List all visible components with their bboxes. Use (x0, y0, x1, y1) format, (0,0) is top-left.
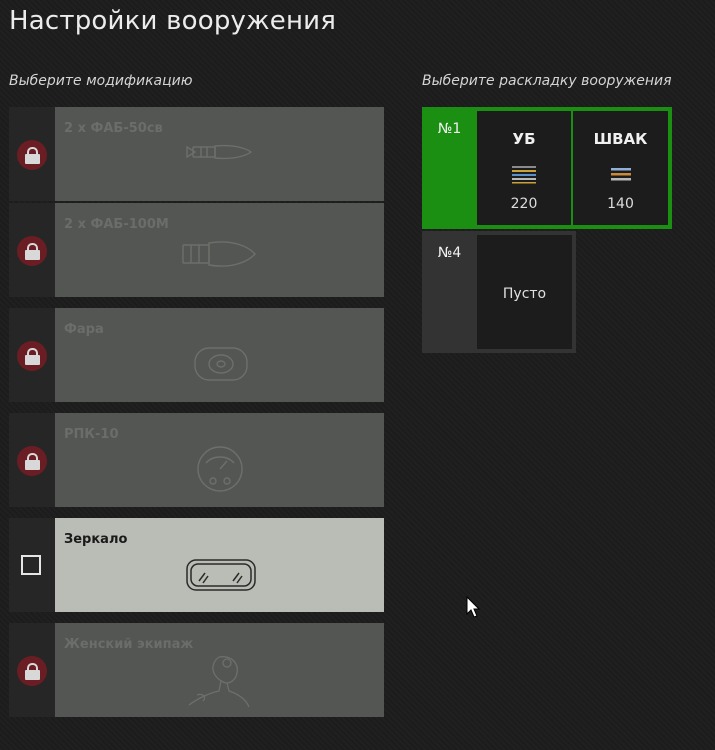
ammo-belt-icon (610, 168, 631, 181)
mirror-icon (186, 559, 256, 591)
weapon-ammo-count: 140 (607, 196, 634, 212)
modification-body: Зеркало (55, 518, 384, 612)
loadout-number: №1 (437, 121, 462, 137)
lock-icon (17, 446, 47, 476)
page-title: Настройки вооружения (9, 6, 337, 36)
empty-label: Пусто (502, 286, 547, 302)
modifications-heading: Выберите модификацию (9, 73, 193, 89)
female-crew-icon (188, 656, 250, 708)
lock-column (9, 203, 55, 297)
bomb-icon (186, 144, 253, 160)
radio-compass-icon (197, 446, 243, 492)
modification-name: Женский экипаж (64, 637, 194, 652)
modification-body: Женский экипаж (55, 623, 384, 717)
modification-card[interactable]: 2 х ФАБ-50св (9, 107, 384, 201)
headlight-icon (194, 347, 248, 381)
lock-column (9, 623, 55, 717)
modification-name: РПК-10 (64, 427, 119, 442)
lock-icon (17, 341, 47, 371)
loadout-slot-1[interactable]: №1 УБ 220 ШВАК 140 (422, 107, 672, 229)
modification-card[interactable]: Фара (9, 308, 384, 402)
weapon-ammo-count: 220 (510, 196, 538, 212)
ammo-belt-icon (512, 166, 536, 184)
modification-card[interactable]: РПК-10 (9, 413, 384, 507)
large-bomb-icon (182, 241, 256, 267)
lock-column (9, 413, 55, 507)
lock-icon (17, 656, 47, 686)
loadouts-heading: Выберите раскладку вооружения (422, 73, 672, 89)
modification-body: Фара (55, 308, 384, 402)
modification-body: 2 х ФАБ-100М (55, 203, 384, 297)
weapon-cell-empty: Пусто (477, 235, 572, 349)
modification-card[interactable]: Женский экипаж (9, 623, 384, 717)
lock-icon (17, 140, 47, 170)
weapon-cell-ub: УБ 220 (477, 111, 571, 225)
weapon-name: ШВАК (593, 130, 648, 148)
modification-card-selected[interactable]: Зеркало (9, 518, 384, 612)
loadout-number: №4 (437, 245, 462, 261)
modification-name: 2 х ФАБ-50св (64, 121, 163, 136)
modification-name: Зеркало (64, 532, 128, 547)
mouse-cursor-icon (466, 596, 481, 618)
checkbox-column (9, 518, 55, 612)
modification-name: Фара (64, 322, 104, 337)
loadout-slot-4[interactable]: №4 Пусто (422, 231, 576, 353)
modification-body: РПК-10 (55, 413, 384, 507)
lock-column (9, 308, 55, 402)
weapon-name: УБ (512, 130, 536, 148)
modification-checkbox[interactable] (21, 555, 41, 575)
weapon-cell-shvak: ШВАК 140 (573, 111, 668, 225)
lock-icon (17, 236, 47, 266)
modification-name: 2 х ФАБ-100М (64, 217, 169, 232)
modification-card[interactable]: 2 х ФАБ-100М (9, 203, 384, 297)
modification-body: 2 х ФАБ-50св (55, 107, 384, 201)
lock-column (9, 107, 55, 201)
